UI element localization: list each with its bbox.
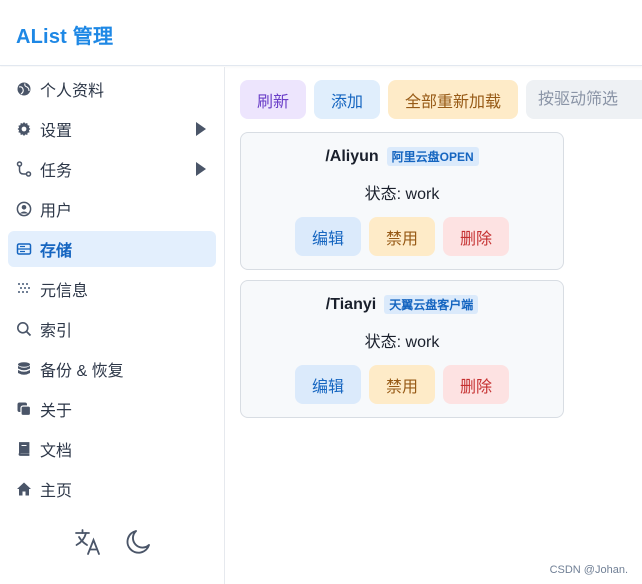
sidebar-item-label: 关于 (40, 403, 73, 420)
storage-status: 状态: work (364, 334, 440, 351)
storage-status: 状态: work (364, 186, 440, 203)
sidebar-item-index[interactable]: 索引 (8, 311, 216, 347)
sidebar: 个人资料 设置 任务 用户 存储 元信息 索引 备份 & 恢复 关于 文档 主页 (0, 67, 225, 584)
card-actions: 编辑 禁用 删除 (241, 217, 563, 256)
grid-dots-icon (16, 281, 32, 297)
globe-icon (16, 81, 32, 97)
delete-button[interactable]: 删除 (443, 365, 509, 404)
sidebar-item-tasks[interactable]: 任务 (8, 151, 216, 187)
edit-button[interactable]: 编辑 (295, 217, 361, 256)
sidebar-item-label: 个人资料 (40, 83, 105, 100)
copy-icon (16, 401, 32, 417)
add-button[interactable]: 添加 (314, 80, 380, 119)
translate-icon[interactable] (73, 527, 103, 557)
gear-icon (16, 121, 32, 137)
moon-icon[interactable] (123, 527, 153, 557)
branch-icon (16, 161, 32, 177)
sidebar-item-home[interactable]: 主页 (8, 471, 216, 507)
sidebar-item-label: 文档 (40, 443, 73, 460)
sidebar-footer (0, 522, 225, 562)
chevron-right-icon (196, 122, 206, 136)
user-circle-icon (16, 201, 32, 217)
book-icon (16, 441, 32, 457)
sidebar-item-label: 用户 (40, 203, 73, 220)
sidebar-item-label: 备份 & 恢复 (40, 363, 124, 380)
disable-button[interactable]: 禁用 (369, 365, 435, 404)
sidebar-item-backup[interactable]: 备份 & 恢复 (8, 351, 216, 387)
sidebar-item-label: 元信息 (40, 283, 89, 300)
database-icon (16, 361, 32, 377)
search-icon (16, 321, 32, 337)
card-actions: 编辑 禁用 删除 (241, 365, 563, 404)
watermark: CSDN @Johan. (549, 564, 628, 576)
sidebar-item-label: 主页 (40, 483, 73, 500)
sidebar-item-label: 存储 (40, 243, 73, 260)
driver-badge: 阿里云盘OPEN (386, 147, 479, 166)
refresh-button[interactable]: 刷新 (240, 80, 306, 119)
disable-button[interactable]: 禁用 (369, 217, 435, 256)
storage-path: /Tianyi (325, 295, 377, 313)
card-title: /Tianyi 天翼云盘客户端 (241, 295, 563, 314)
sidebar-item-users[interactable]: 用户 (8, 191, 216, 227)
chevron-right-icon (196, 162, 206, 176)
driver-filter-input[interactable] (526, 80, 642, 119)
delete-button[interactable]: 删除 (443, 217, 509, 256)
sidebar-item-settings[interactable]: 设置 (8, 111, 216, 147)
reload-all-button[interactable]: 全部重新加载 (388, 80, 518, 119)
sidebar-item-docs[interactable]: 文档 (8, 431, 216, 467)
top-header: AList 管理 (0, 0, 642, 66)
storage-card: /Tianyi 天翼云盘客户端 状态: work 编辑 禁用 删除 (240, 280, 564, 418)
sidebar-item-label: 索引 (40, 323, 73, 340)
storage-icon (16, 241, 32, 257)
sidebar-item-label: 设置 (40, 123, 73, 140)
card-title: /Aliyun 阿里云盘OPEN (241, 147, 563, 166)
sidebar-item-about[interactable]: 关于 (8, 391, 216, 427)
sidebar-item-meta[interactable]: 元信息 (8, 271, 216, 307)
storage-path: /Aliyun (325, 147, 379, 165)
edit-button[interactable]: 编辑 (295, 365, 361, 404)
sidebar-item-label: 任务 (40, 163, 73, 180)
brand-title[interactable]: AList 管理 (16, 20, 113, 49)
sidebar-item-storage[interactable]: 存储 (8, 231, 216, 267)
sidebar-item-profile[interactable]: 个人资料 (8, 71, 216, 107)
home-icon (16, 481, 32, 497)
driver-badge: 天翼云盘客户端 (384, 295, 479, 314)
storage-card: /Aliyun 阿里云盘OPEN 状态: work 编辑 禁用 删除 (240, 132, 564, 270)
